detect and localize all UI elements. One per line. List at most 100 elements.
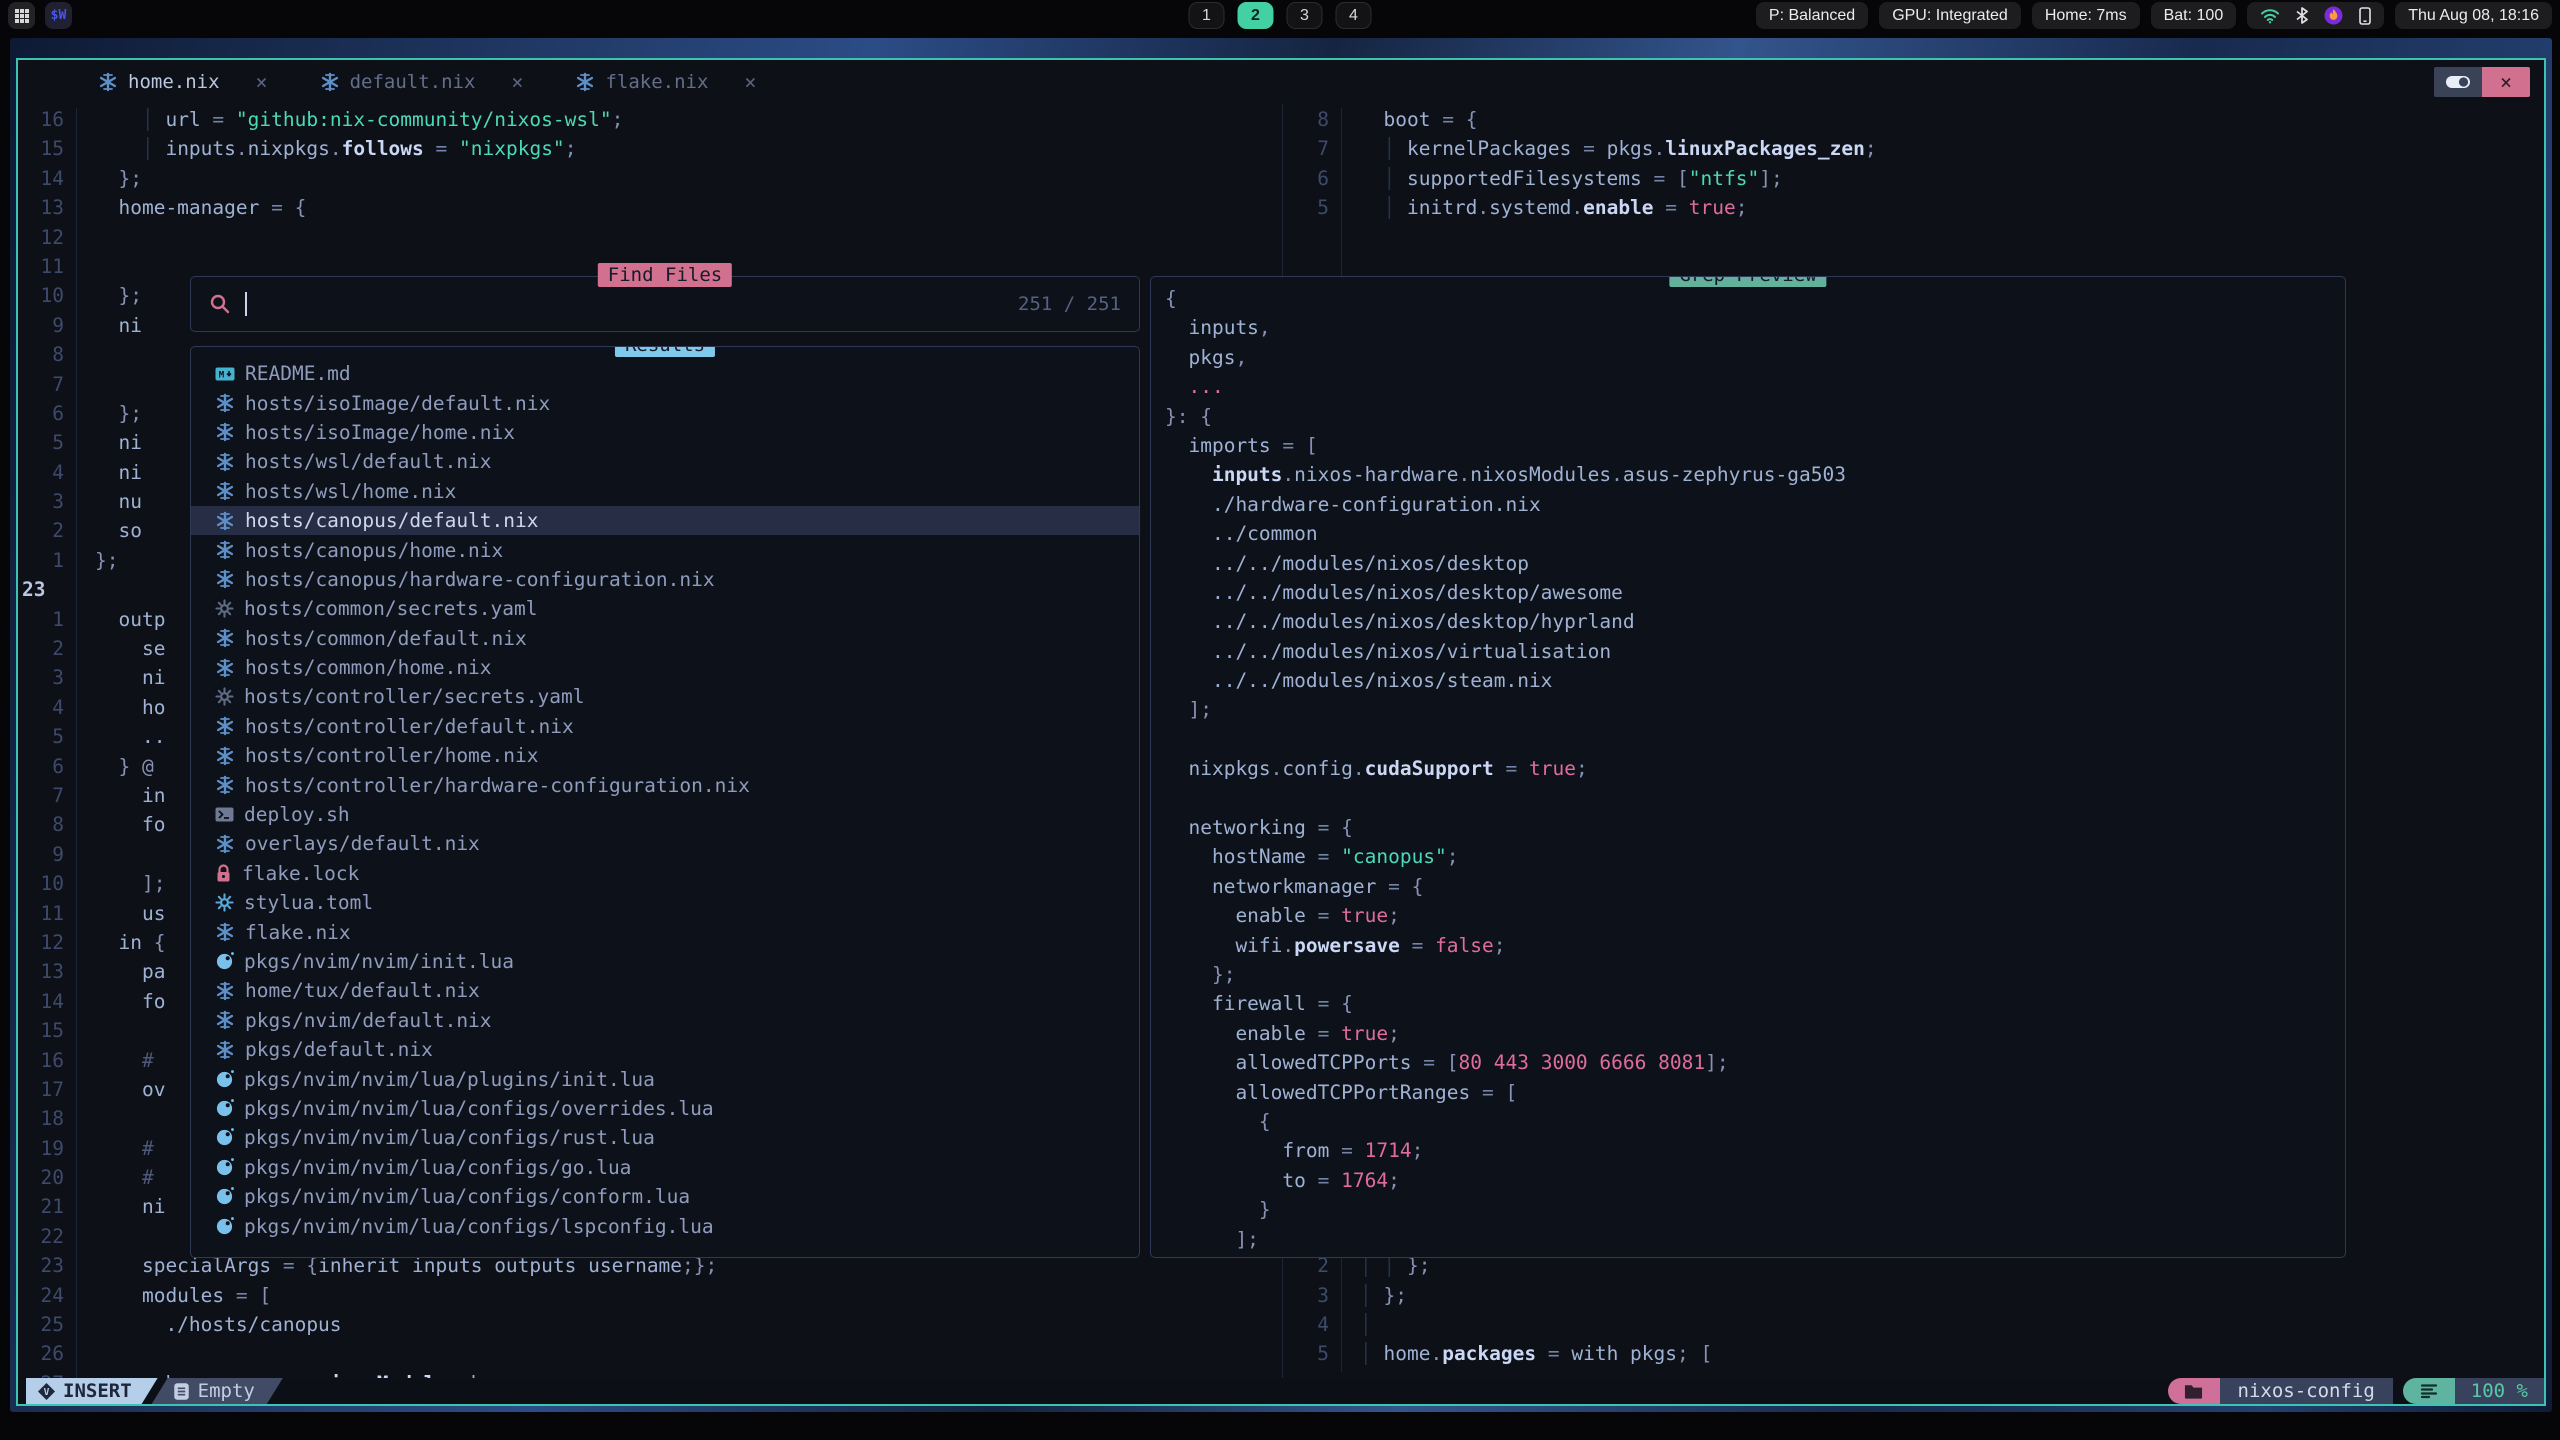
app-icon-button[interactable]: $W	[45, 2, 72, 29]
clock-pill: Thu Aug 08, 18:16	[2395, 2, 2552, 29]
result-label: hosts/controller/home.nix	[245, 744, 539, 767]
buffer-state-label: Empty	[198, 1380, 255, 1402]
project-label: nixos-config	[2238, 1380, 2375, 1402]
code-line: 2│ │ };	[1283, 1254, 2544, 1283]
search-icon	[209, 293, 231, 315]
result-row[interactable]: flake.lock	[191, 859, 1139, 888]
result-row[interactable]: hosts/controller/hardware-configuration.…	[191, 770, 1139, 799]
tab-label: flake.nix	[605, 71, 708, 93]
status-pill-group: P: BalancedGPU: IntegratedHome: 7msBat: …	[1756, 2, 2236, 29]
result-row[interactable]: hosts/controller/default.nix	[191, 712, 1139, 741]
result-row[interactable]: hosts/isoImage/default.nix	[191, 388, 1139, 417]
result-row[interactable]: flake.nix	[191, 917, 1139, 946]
result-label: pkgs/nvim/nvim/init.lua	[244, 950, 514, 973]
nix-file-icon	[215, 1010, 235, 1030]
wifi-icon[interactable]	[2260, 8, 2280, 24]
result-row[interactable]: pkgs/nvim/nvim/init.lua	[191, 947, 1139, 976]
result-row[interactable]: deploy.sh	[191, 800, 1139, 829]
preview-line: wifi.powersave = false;	[1165, 934, 2345, 963]
nix-file-icon	[215, 481, 235, 501]
result-label: hosts/controller/secrets.yaml	[244, 685, 584, 708]
code-line	[1283, 226, 2544, 255]
system-tray[interactable]	[2247, 2, 2384, 29]
preview-line: ../../modules/nixos/desktop/hyprland	[1165, 610, 2345, 639]
result-label: stylua.toml	[244, 891, 373, 914]
tab-home.nix[interactable]: home.nix×	[72, 60, 294, 104]
result-label: flake.nix	[245, 921, 351, 944]
preview-line: firewall = {	[1165, 992, 2345, 1021]
nix-file-icon	[215, 1040, 235, 1060]
result-row[interactable]: hosts/common/default.nix	[191, 624, 1139, 653]
result-row[interactable]: overlays/default.nix	[191, 829, 1139, 858]
app-icon-label: $W	[51, 8, 67, 23]
tab-flake.nix[interactable]: flake.nix ×	[549, 60, 782, 104]
code-line: 5│ home.packages = with pkgs; [	[1283, 1342, 2544, 1371]
clock-label: Thu Aug 08, 18:16	[2408, 7, 2539, 25]
project-segment: nixos-config	[2220, 1378, 2393, 1404]
result-row[interactable]: hosts/common/secrets.yaml	[191, 594, 1139, 623]
result-row[interactable]: hosts/canopus/hardware-configuration.nix	[191, 565, 1139, 594]
code-line: 5 │ initrd.systemd.enable = true;	[1283, 196, 2544, 225]
result-label: hosts/isoImage/home.nix	[245, 421, 515, 444]
nix-file-icon	[215, 716, 235, 736]
result-label: README.md	[245, 362, 351, 385]
bluetooth-icon[interactable]	[2296, 7, 2308, 24]
preview-line: inputs,	[1165, 316, 2345, 345]
result-row[interactable]: pkgs/nvim/nvim/lua/configs/go.lua	[191, 1153, 1139, 1182]
find-files-prompt[interactable]: Find Files 251 / 251	[190, 276, 1140, 332]
result-row[interactable]: hosts/wsl/default.nix	[191, 447, 1139, 476]
workspace-button-2[interactable]: 2	[1238, 2, 1274, 29]
find-files-results[interactable]: Results MREADME.mdhosts/isoImage/default…	[190, 346, 1140, 1258]
workspace-button-3[interactable]: 3	[1287, 2, 1323, 29]
editor-split: 16 │ url = "github:nix-community/nixos-w…	[18, 104, 2544, 1378]
nix-file-icon	[215, 834, 235, 854]
result-row[interactable]: stylua.toml	[191, 888, 1139, 917]
workspace-button-1[interactable]: 1	[1189, 2, 1225, 29]
preview-line: }: {	[1165, 405, 2345, 434]
scroll-percent-segment: 100 %	[2455, 1378, 2544, 1404]
tab-default.nix[interactable]: default.nix×	[294, 60, 550, 104]
result-label: hosts/common/home.nix	[245, 656, 492, 679]
result-row[interactable]: pkgs/nvim/nvim/lua/configs/rust.lua	[191, 1123, 1139, 1152]
result-row[interactable]: hosts/controller/home.nix	[191, 741, 1139, 770]
phone-icon[interactable]	[2359, 7, 2371, 25]
tab-close-icon[interactable]: ×	[256, 70, 268, 94]
window-toggle-button[interactable]	[2434, 67, 2482, 97]
preview-line	[1165, 787, 2345, 816]
result-row[interactable]: hosts/isoImage/home.nix	[191, 418, 1139, 447]
result-row[interactable]: pkgs/default.nix	[191, 1035, 1139, 1064]
code-line: 8 boot = {	[1283, 108, 2544, 137]
result-row[interactable]: hosts/wsl/home.nix	[191, 477, 1139, 506]
nix-file-icon	[98, 72, 118, 92]
result-row[interactable]: hosts/controller/secrets.yaml	[191, 682, 1139, 711]
result-row[interactable]: pkgs/nvim/nvim/lua/configs/lspconfig.lua	[191, 1211, 1139, 1240]
result-row[interactable]: pkgs/nvim/nvim/lua/plugins/init.lua	[191, 1064, 1139, 1093]
nix-file-icon	[215, 393, 235, 413]
window-close-button[interactable]: ×	[2482, 67, 2530, 97]
lua-file-icon	[215, 952, 234, 971]
result-row[interactable]: MREADME.md	[191, 359, 1139, 388]
launcher-button[interactable]	[8, 2, 35, 29]
flame-icon[interactable]	[2324, 6, 2343, 25]
result-row[interactable]: pkgs/nvim/default.nix	[191, 1006, 1139, 1035]
result-label: deploy.sh	[244, 803, 350, 826]
workspace-button-4[interactable]: 4	[1336, 2, 1372, 29]
result-row[interactable]: home/tux/default.nix	[191, 976, 1139, 1005]
preview-line: hostName = "canopus";	[1165, 845, 2345, 874]
preview-line: {	[1165, 287, 2345, 316]
tab-close-icon[interactable]: ×	[744, 70, 756, 94]
tab-close-icon[interactable]: ×	[511, 70, 523, 94]
preview-line: allowedTCPPortRanges = [	[1165, 1081, 2345, 1110]
lua-file-icon	[215, 1070, 234, 1089]
code-line: 24 modules = [	[18, 1284, 1282, 1313]
result-row[interactable]: hosts/common/home.nix	[191, 653, 1139, 682]
code-line: 6 │ supportedFilesystems = ["ntfs"];	[1283, 167, 2544, 196]
code-line: 16 │ url = "github:nix-community/nixos-w…	[18, 108, 1282, 137]
code-line: 25 ./hosts/canopus	[18, 1313, 1282, 1342]
result-row[interactable]: pkgs/nvim/nvim/lua/configs/overrides.lua	[191, 1094, 1139, 1123]
sh-file-icon	[215, 806, 234, 823]
nix-file-icon	[215, 628, 235, 648]
result-row-selected[interactable]: hosts/canopus/default.nix	[191, 506, 1139, 535]
result-row[interactable]: hosts/canopus/home.nix	[191, 535, 1139, 564]
result-row[interactable]: pkgs/nvim/nvim/lua/configs/conform.lua	[191, 1182, 1139, 1211]
